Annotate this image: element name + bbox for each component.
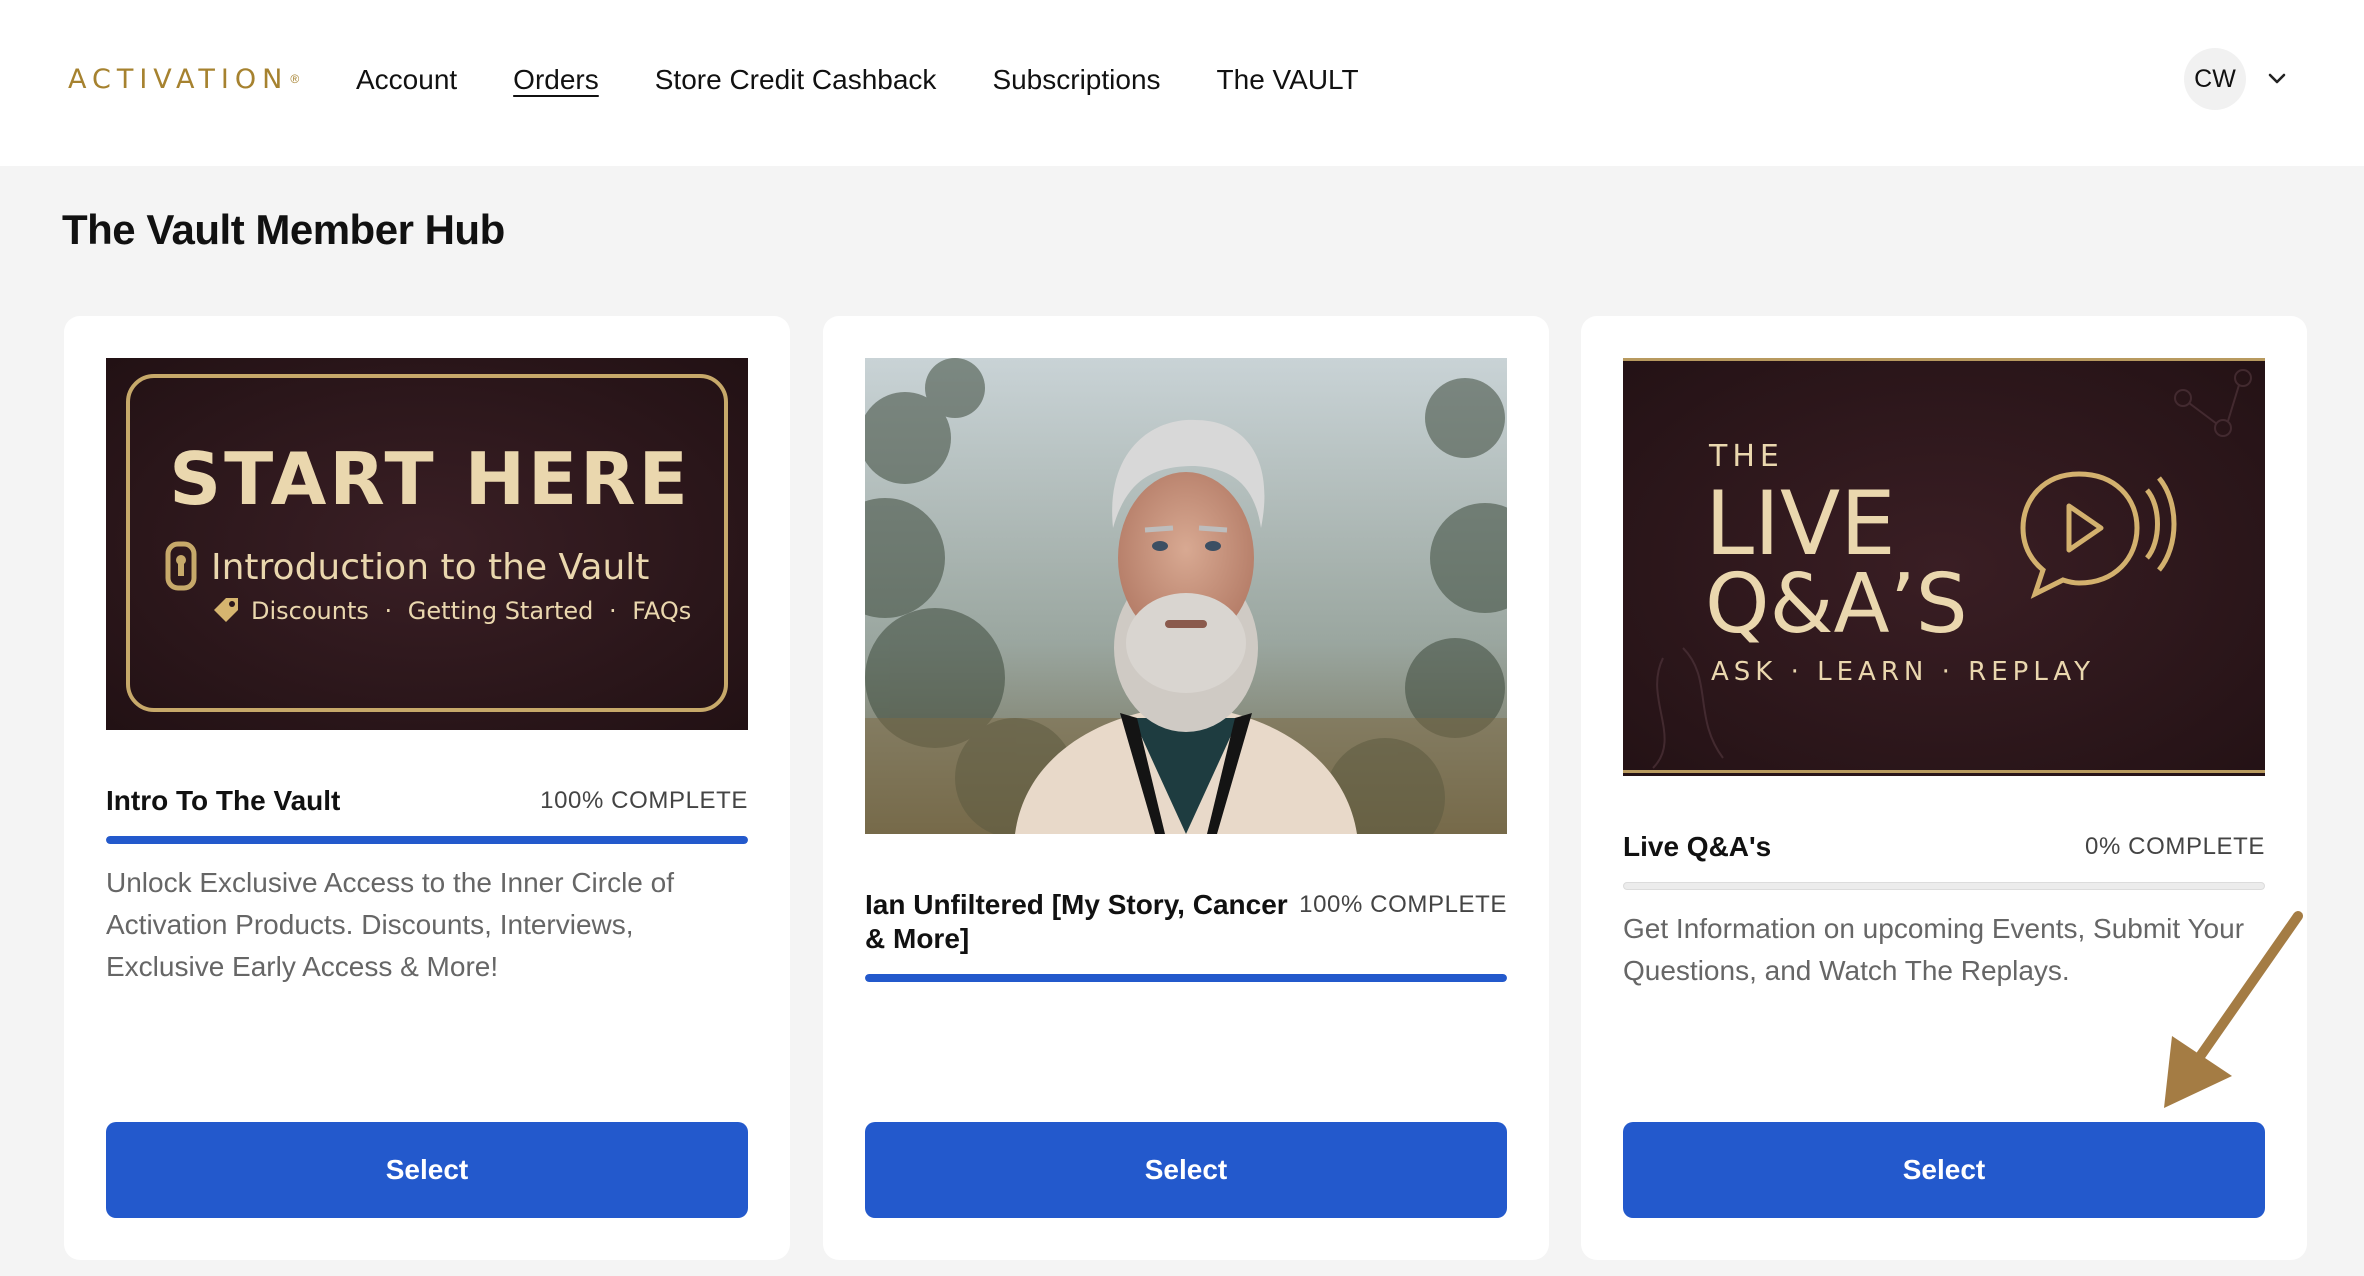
banner-line-qa: Q&A’S	[1705, 557, 1968, 652]
select-button[interactable]: Select	[865, 1122, 1507, 1218]
progress-bar	[865, 974, 1507, 982]
card-header-row: Intro To The Vault 100% COMPLETE	[106, 784, 748, 818]
course-card-intro: START HERE Introduction to the Vault Dis…	[64, 316, 790, 1260]
nav-store-credit-cashback[interactable]: Store Credit Cashback	[655, 60, 937, 100]
nav-account[interactable]: Account	[356, 60, 457, 100]
ian-portrait-image[interactable]	[865, 358, 1507, 834]
progress-percent: 0% COMPLETE	[2085, 833, 2265, 860]
select-button[interactable]: Select	[1623, 1122, 2265, 1218]
page-title: The Vault Member Hub	[62, 206, 505, 253]
user-avatar[interactable]: CW	[2184, 48, 2246, 110]
progress-bar	[1623, 882, 2265, 890]
live-qa-graphic: THE LIVE Q&A’S ASK · LEARN · REPLAY	[1623, 358, 2265, 776]
nav-orders[interactable]: Orders	[513, 60, 599, 100]
progress-fill	[106, 836, 748, 844]
card-header-row: Live Q&A's 0% COMPLETE	[1623, 830, 2265, 864]
live-qa-banner[interactable]: THE LIVE Q&A’S ASK · LEARN · REPLAY	[1623, 358, 2265, 776]
card-title[interactable]: Live Q&A's	[1623, 830, 1771, 864]
progress-percent: 100% COMPLETE	[1299, 891, 1507, 918]
banner-tagline: ASK · LEARN · REPLAY	[1711, 657, 2095, 687]
banner-subheading: Introduction to the Vault	[211, 547, 649, 588]
top-header: ACTIVATION ® Account Orders Store Credit…	[0, 0, 2364, 166]
progress-percent: 100% COMPLETE	[540, 787, 748, 814]
annotation-arrow-icon	[2164, 911, 2303, 1108]
nav-the-vault[interactable]: The VAULT	[1217, 60, 1359, 100]
card-title[interactable]: Ian Unfiltered [My Story, Cancer & More]	[865, 888, 1299, 956]
nav-subscriptions[interactable]: Subscriptions	[992, 60, 1160, 100]
progress-fill	[865, 974, 1507, 982]
card-header-row: Ian Unfiltered [My Story, Cancer & More]…	[865, 888, 1507, 956]
main-nav: Account Orders Store Credit Cashback Sub…	[356, 60, 1359, 100]
start-here-banner[interactable]: START HERE Introduction to the Vault Dis…	[106, 358, 748, 730]
portrait-photo	[865, 358, 1507, 834]
course-card-ian-unfiltered: Ian Unfiltered [My Story, Cancer & More]…	[823, 316, 1549, 1260]
start-here-graphic: START HERE Introduction to the Vault Dis…	[106, 358, 748, 730]
card-title[interactable]: Intro To The Vault	[106, 784, 340, 818]
activation-logo[interactable]: ACTIVATION ®	[68, 58, 299, 100]
banner-heading: START HERE	[169, 437, 691, 521]
logo-trademark: ®	[290, 72, 300, 86]
progress-bar	[106, 836, 748, 844]
course-card-live-qa: THE LIVE Q&A’S ASK · LEARN · REPLAY Live…	[1581, 316, 2307, 1260]
logo-text: ACTIVATION	[68, 63, 289, 95]
banner-line-the: THE	[1708, 439, 1784, 474]
chevron-down-icon[interactable]	[2262, 64, 2292, 94]
card-description: Unlock Exclusive Access to the Inner Cir…	[106, 867, 675, 982]
select-button[interactable]: Select	[106, 1122, 748, 1218]
